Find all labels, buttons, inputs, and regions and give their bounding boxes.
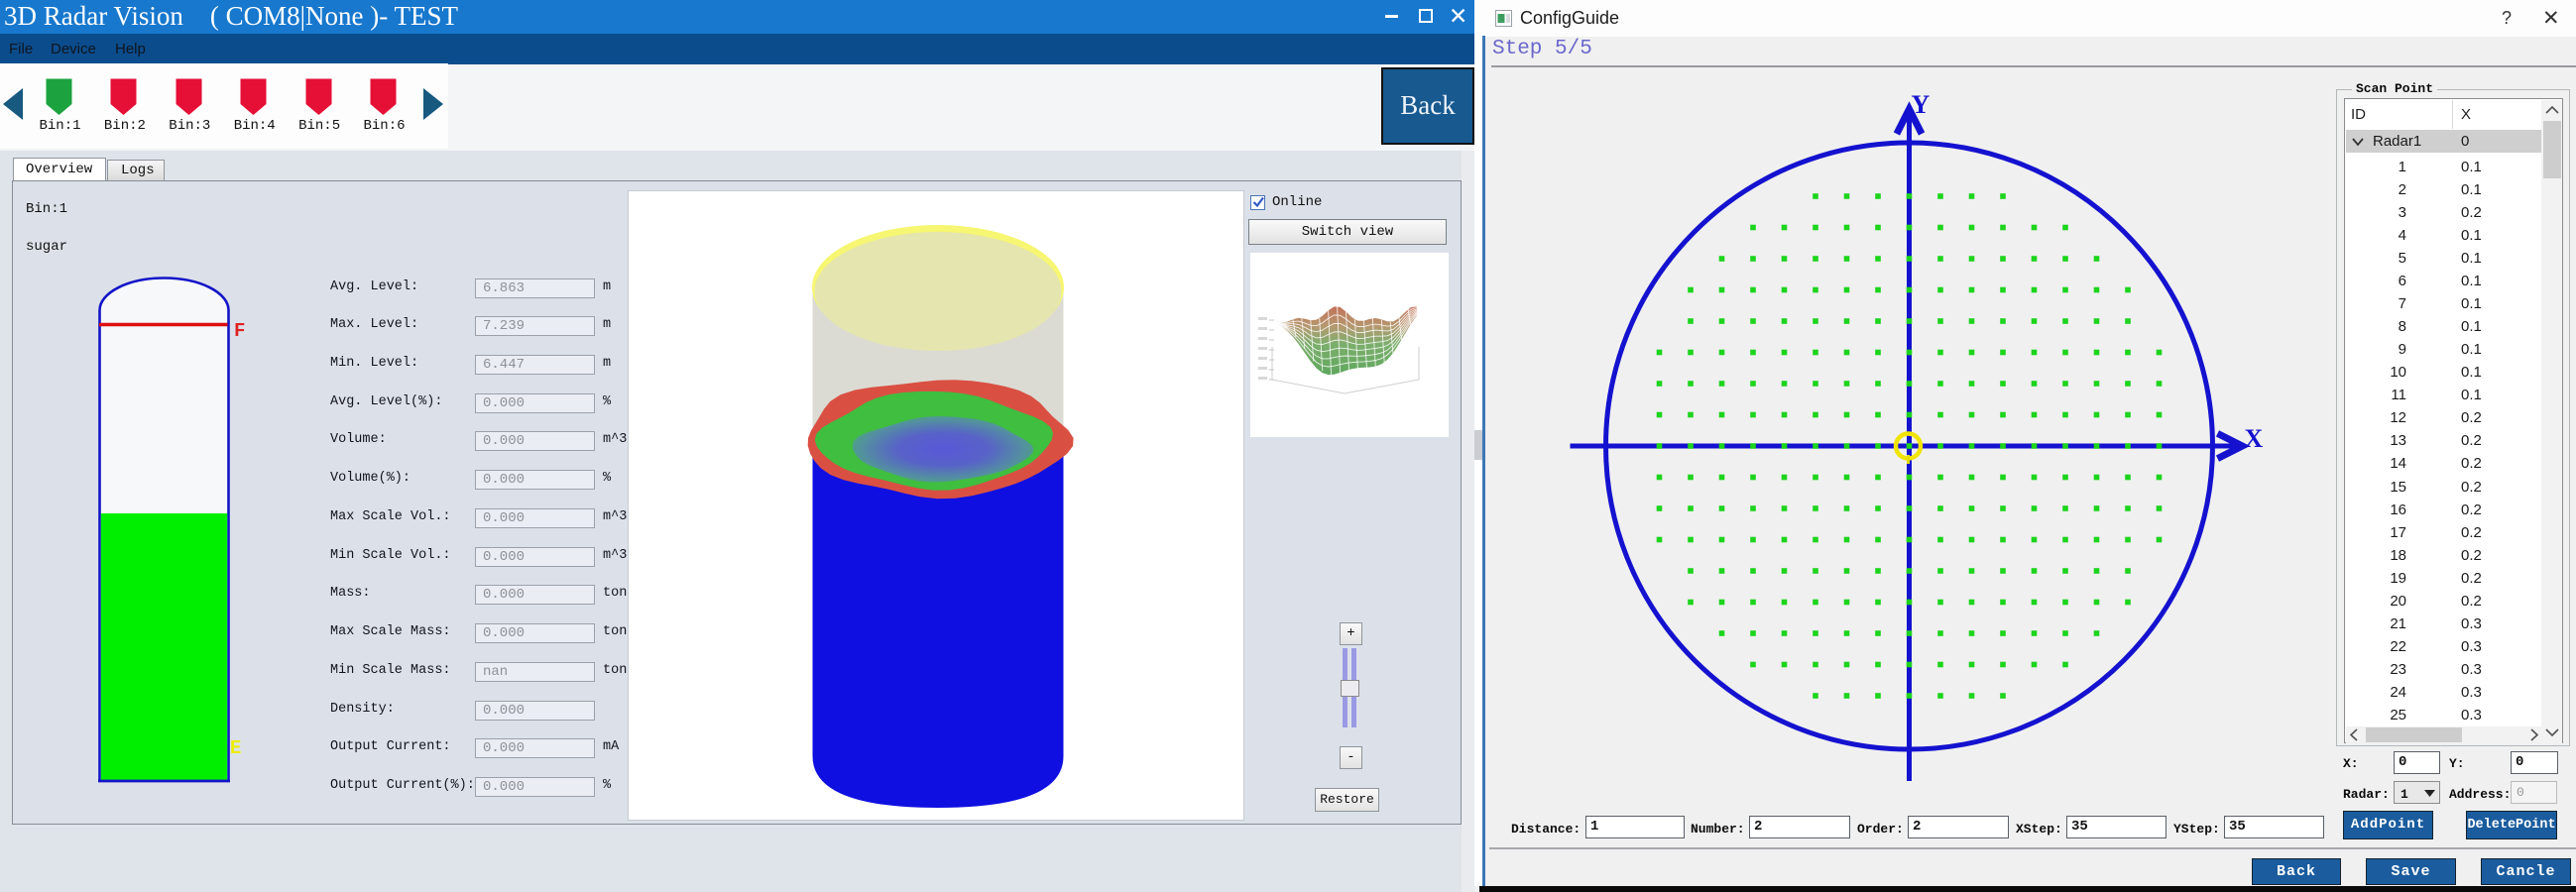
svg-text:X: X [2245, 424, 2264, 453]
svg-text:Y: Y [1912, 90, 1931, 119]
